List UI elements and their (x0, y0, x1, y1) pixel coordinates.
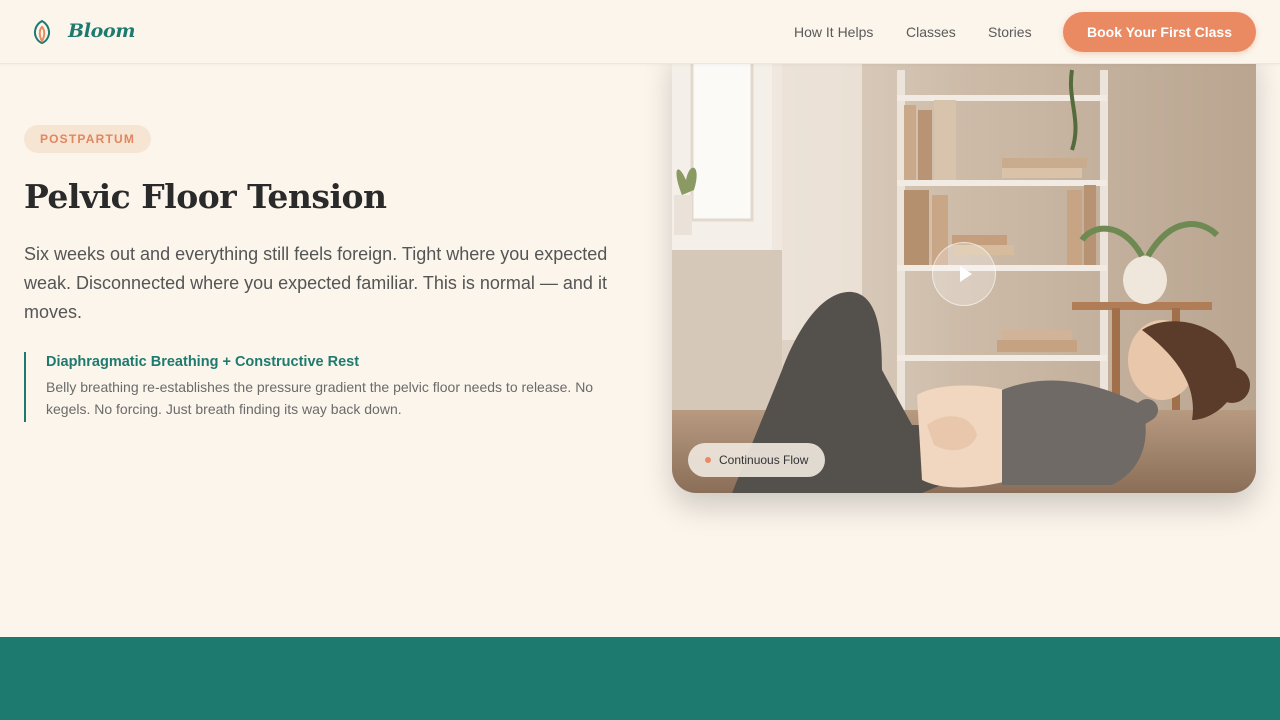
page-title: Pelvic Floor Tension (24, 177, 387, 216)
book-first-class-button[interactable]: Book Your First Class (1063, 12, 1256, 52)
technique-title: Diaphragmatic Breathing + Constructive R… (46, 354, 360, 370)
site-header: Bloom How It Helps Classes Stories Book … (0, 0, 1280, 64)
play-button[interactable] (932, 242, 996, 306)
footer-band (0, 637, 1280, 720)
technique-description: Belly breathing re-establishes the press… (46, 379, 594, 417)
play-icon (960, 266, 972, 282)
hero-lead-text: Six weeks out and everything still feels… (24, 244, 608, 322)
category-tag: POSTPARTUM (24, 125, 151, 153)
status-dot-icon (705, 457, 711, 463)
nav-how-it-helps[interactable]: How It Helps (794, 24, 873, 40)
class-video[interactable]: Continuous Flow (672, 40, 1256, 493)
nav-classes[interactable]: Classes (906, 24, 956, 40)
brand-name[interactable]: Bloom (68, 20, 136, 42)
technique-callout: Diaphragmatic Breathing + Constructive R… (24, 352, 614, 422)
flow-badge-label: Continuous Flow (719, 453, 809, 467)
flow-badge: Continuous Flow (688, 443, 825, 477)
nav-stories[interactable]: Stories (988, 24, 1032, 40)
bloom-leaf-icon[interactable] (30, 19, 54, 45)
